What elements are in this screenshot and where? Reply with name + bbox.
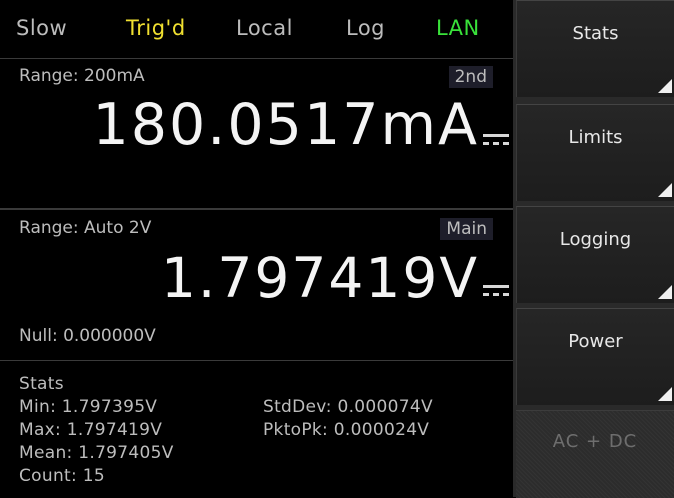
limits-softkey-label: Limits bbox=[568, 127, 623, 148]
measurement-display: Slow Trig'd Local Log LAN Range: 200mA 2… bbox=[0, 0, 513, 497]
lan-status: LAN bbox=[436, 16, 480, 40]
stats-count: Count: 15 bbox=[19, 466, 105, 486]
softkey-menu: Stats Limits Logging Power AC + DC bbox=[513, 0, 674, 498]
stats-max: Max: 1.797419V bbox=[19, 420, 163, 440]
null-value-label: Null: 0.000000V bbox=[19, 326, 156, 346]
ac-dc-softkey-label: AC + DC bbox=[552, 431, 638, 452]
stats-softkey-label: Stats bbox=[572, 23, 619, 44]
power-softkey-label: Power bbox=[568, 331, 623, 352]
submenu-corner-icon bbox=[658, 387, 672, 401]
secondary-measurement-panel: Range: 200mA 2nd 180.0517mA bbox=[0, 58, 513, 210]
main-measurement-panel: Range: Auto 2V Main 1.797419V Null: 0.00… bbox=[0, 210, 513, 361]
power-softkey[interactable]: Power bbox=[516, 308, 674, 405]
speed-status: Slow bbox=[16, 16, 68, 40]
stats-min: Min: 1.797395V bbox=[19, 397, 158, 417]
status-bar: Slow Trig'd Local Log LAN bbox=[0, 0, 513, 59]
dc-symbol-icon bbox=[483, 134, 509, 146]
stats-pktopk: PktoPk: 0.000024V bbox=[263, 420, 430, 440]
remote-status: Local bbox=[236, 16, 293, 40]
stats-title: Stats bbox=[19, 374, 64, 394]
main-range-label: Range: Auto 2V bbox=[19, 218, 152, 238]
main-channel-tag: Main bbox=[440, 218, 493, 240]
secondary-reading: 180.0517mA bbox=[92, 92, 479, 158]
submenu-corner-icon bbox=[658, 183, 672, 197]
ac-dc-softkey[interactable]: AC + DC bbox=[516, 410, 674, 498]
secondary-channel-tag: 2nd bbox=[448, 66, 493, 88]
trigger-status: Trig'd bbox=[126, 16, 186, 40]
stats-panel: Stats Min: 1.797395V Max: 1.797419V Mean… bbox=[0, 362, 513, 497]
secondary-range-label: Range: 200mA bbox=[19, 66, 145, 86]
limits-softkey[interactable]: Limits bbox=[516, 104, 674, 201]
dc-symbol-icon bbox=[483, 285, 509, 297]
logging-softkey[interactable]: Logging bbox=[516, 206, 674, 303]
main-reading: 1.797419V bbox=[160, 246, 479, 310]
log-status: Log bbox=[346, 16, 386, 40]
submenu-corner-icon bbox=[658, 79, 672, 93]
submenu-corner-icon bbox=[658, 285, 672, 299]
stats-softkey[interactable]: Stats bbox=[516, 0, 674, 97]
logging-softkey-label: Logging bbox=[559, 229, 632, 250]
stats-stddev: StdDev: 0.000074V bbox=[263, 397, 433, 417]
stats-mean: Mean: 1.797405V bbox=[19, 443, 174, 463]
multimeter-screen: Slow Trig'd Local Log LAN Range: 200mA 2… bbox=[0, 0, 674, 498]
